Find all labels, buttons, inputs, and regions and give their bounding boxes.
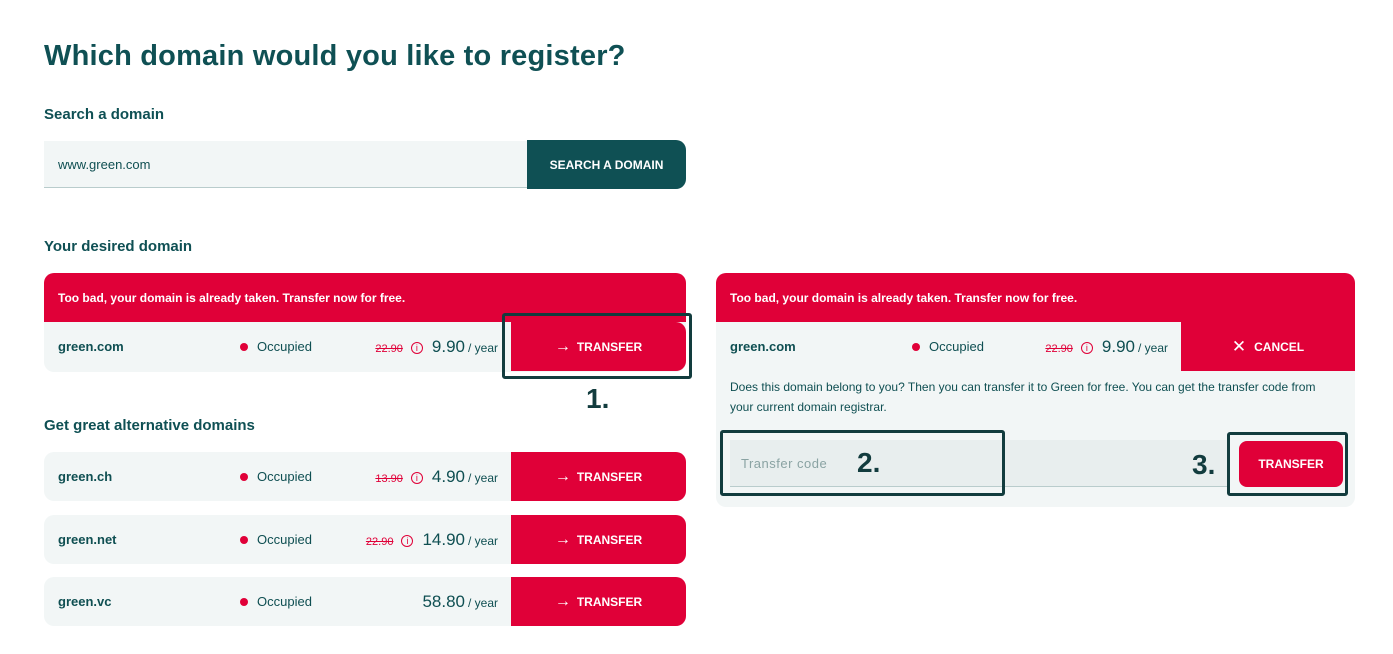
info-icon[interactable]: i [1080, 341, 1093, 354]
price: 22.90 i 9.90 / year [1045, 337, 1168, 357]
annotation-number-1: 1. [586, 383, 610, 414]
domain-row: green.com Occupied 22.90 i 9.90 / year →… [44, 322, 686, 371]
arrow-right-icon: → [554, 530, 571, 548]
alternative-domain-card: green.ch Occupied 13.90 i 4.90 / year → T… [44, 452, 686, 501]
price-period: / year [1137, 340, 1168, 355]
transfer-code-input[interactable] [730, 440, 1230, 486]
transfer-button[interactable]: → TRANSFER [511, 577, 686, 626]
domain-name: green.net [58, 532, 117, 547]
status-dot-icon [240, 342, 248, 351]
transfer-description: Does this domain belong to you? Then you… [730, 380, 1316, 414]
alternatives-heading: Get great alternative domains [44, 417, 255, 434]
price: 22.90 i 9.90 / year [375, 337, 498, 357]
annotation-number-2: 2. [857, 447, 881, 478]
status-label: Occupied [257, 469, 312, 484]
transfer-button[interactable]: → TRANSFER [511, 322, 686, 371]
status-label: Occupied [257, 594, 312, 609]
domain-name: green.ch [58, 469, 113, 484]
transfer-label: TRANSFER [576, 469, 643, 484]
status-badge: Occupied [240, 594, 312, 609]
status-badge: Occupied [240, 532, 312, 547]
price: 58.80 / year [422, 592, 498, 612]
info-icon[interactable]: i [401, 534, 414, 547]
price-period: / year [467, 470, 498, 485]
status-badge: Occupied [240, 469, 312, 484]
info-icon[interactable]: i [410, 471, 423, 484]
search-domain-button[interactable]: SEARCH A DOMAIN [527, 140, 686, 189]
price: 22.90 i 14.90 / year [366, 530, 498, 550]
status-badge: Occupied [912, 339, 984, 354]
transfer-button[interactable]: → TRANSFER [511, 452, 686, 501]
domain-name: green.com [730, 339, 796, 354]
taken-banner: Too bad, your domain is already taken. T… [44, 273, 686, 322]
price: 13.90 i 4.90 / year [375, 467, 498, 487]
arrow-right-icon: → [554, 592, 571, 610]
status-dot-icon [240, 597, 248, 606]
current-price: 9.90 [1101, 336, 1135, 356]
arrow-right-icon: → [554, 337, 571, 355]
current-price: 4.90 [431, 466, 465, 486]
taken-banner: Too bad, your domain is already taken. T… [716, 273, 1355, 322]
old-price: 13.90 [375, 472, 403, 485]
search-input[interactable] [44, 141, 527, 188]
current-price: 58.80 [422, 591, 465, 611]
domain-row: green.vc Occupied 58.80 / year → TRANSFER [44, 577, 686, 626]
price-period: / year [467, 595, 498, 610]
status-dot-icon [240, 535, 248, 544]
transfer-button[interactable]: → TRANSFER [511, 515, 686, 564]
domain-row: green.net Occupied 22.90 i 14.90 / year … [44, 515, 686, 564]
price-period: / year [467, 533, 498, 548]
status-label: Occupied [257, 339, 312, 354]
status-dot-icon [240, 472, 248, 481]
desired-domain-heading: Your desired domain [44, 238, 193, 255]
page-title: Which domain would you like to register? [44, 40, 626, 72]
domain-row: green.com Occupied 22.90 i 9.90 / year ✕… [716, 322, 1355, 371]
old-price: 22.90 [365, 535, 394, 548]
close-icon: ✕ [1231, 336, 1247, 356]
current-price: 14.90 [422, 529, 465, 549]
transfer-label: TRANSFER [576, 532, 643, 547]
domain-row: green.ch Occupied 13.90 i 4.90 / year → T… [44, 452, 686, 501]
price-period: / year [467, 340, 498, 355]
annotation-number-3: 3. [1192, 449, 1216, 480]
arrow-right-icon: → [554, 467, 571, 485]
current-price: 9.90 [431, 336, 465, 356]
transfer-panel: Too bad, your domain is already taken. T… [716, 273, 1355, 507]
transfer-label: TRANSFER [576, 594, 643, 609]
cancel-label: CANCEL [1254, 339, 1305, 354]
domain-name: green.vc [58, 594, 112, 609]
status-label: Occupied [929, 339, 984, 354]
status-label: Occupied [257, 532, 312, 547]
alternative-domain-card: green.net Occupied 22.90 i 14.90 / year … [44, 515, 686, 564]
cancel-button[interactable]: ✕ CANCEL [1181, 322, 1355, 371]
transfer-label: TRANSFER [576, 339, 643, 354]
status-badge: Occupied [240, 339, 312, 354]
old-price: 22.90 [1045, 342, 1073, 355]
desired-domain-card: Too bad, your domain is already taken. T… [44, 273, 686, 372]
old-price: 22.90 [375, 342, 403, 355]
transfer-code-field [730, 440, 1230, 487]
submit-transfer-button[interactable]: TRANSFER [1239, 441, 1343, 487]
info-icon[interactable]: i [410, 341, 423, 354]
status-dot-icon [912, 342, 920, 351]
domain-name: green.com [58, 339, 124, 354]
search-heading: Search a domain [44, 106, 165, 123]
alternative-domain-card: green.vc Occupied 58.80 / year → TRANSFER [44, 577, 686, 626]
